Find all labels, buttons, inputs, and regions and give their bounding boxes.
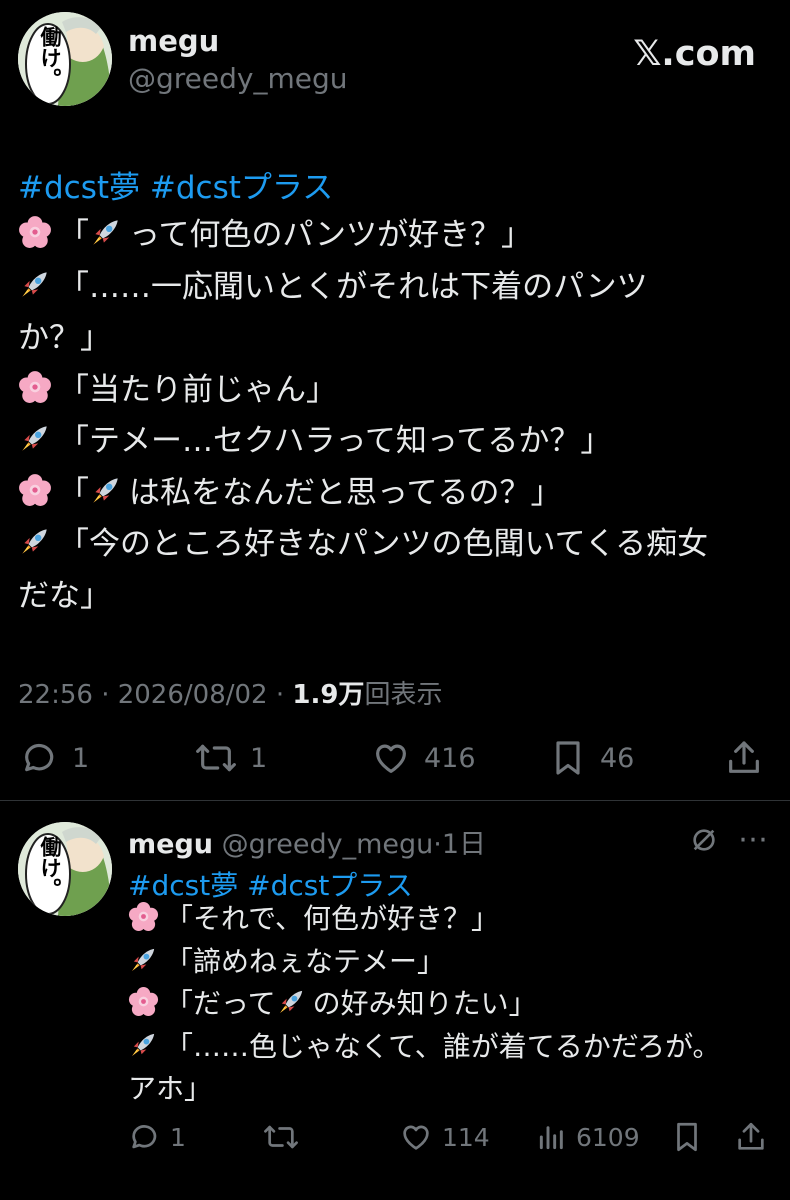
avatar[interactable]: 働け。 [18,12,112,106]
text-segment: 「だって [165,987,276,1020]
rocket-emoji [22,529,47,554]
flower-emoji [128,986,159,1017]
author-name[interactable]: megu [128,24,219,58]
avatar-speech-text: 働け。 [38,26,62,89]
tweet-text: 「 って何色のパンツが好き？」 「……一応聞いとくがそれは下着のパンツ か？」 「… [18,210,708,622]
repost-button[interactable]: 1 [194,738,267,778]
text-segment: は私をなんだと思ってるの？」 [129,474,562,511]
bookmark-icon [548,738,588,778]
flower-emoji [19,370,51,403]
reply-text: 「それで、何色が好き？」 「諦めねぇなテメー」 「だって の好み知りたい」 「……… [128,898,721,1111]
avatar-image [18,822,112,916]
text-segment: 「諦めねぇなテメー」 [165,944,446,978]
share-icon [724,738,764,778]
text-line: 「諦めねぇなテメー」 [128,941,721,984]
avatar-image [18,12,112,106]
avatar-speech-text: 働け。 [38,836,62,899]
text-line: 「当たり前じゃん」 [18,365,708,417]
text-segment: 「当たり前じゃん」 [58,371,337,408]
text-line: 「……色じゃなくて、誰が着てるかだろが。 [128,1026,721,1069]
brand-logo: 𝕏.com [633,34,756,74]
hashtag[interactable]: #dcst夢 [18,170,140,206]
reply-bookmark-button[interactable] [670,1120,704,1154]
reply-icon [20,738,60,778]
reply-reply-button[interactable]: 1 [128,1120,186,1154]
hashtag[interactable]: #dcstプラス [150,170,333,206]
more-options-icon[interactable]: ⋯ [738,822,769,857]
rocket-emoji [22,426,47,451]
text-segment: って何色のパンツが好き？」 [129,217,532,253]
text-segment: か？」 [18,320,111,356]
text-line: 「 は私をなんだと思ってるの？」 [18,468,708,520]
rocket-emoji [93,220,118,245]
reply-age[interactable]: ·1日 [433,829,486,860]
reply-avatar[interactable]: 働け。 [18,822,112,916]
rocket-emoji [22,271,47,297]
rocket-emoji [131,1033,155,1056]
text-segment: の好み知りたい」 [312,987,537,1020]
text-segment: 「それで、何色が好き？」 [165,902,500,935]
like-count: 416 [424,742,476,774]
reply-count: 1 [72,742,90,774]
text-line: 「 って何色のパンツが好き？」 [18,210,708,262]
text-segment: 「テメー…セクハラって知ってるか？」 [58,423,612,459]
reply-button[interactable]: 1 [20,738,89,778]
reply-header: megu @greedy_megu·1日 [128,822,486,861]
text-line: か？」 [18,313,708,365]
flower-emoji [19,473,51,506]
views-count: 6109 [576,1122,640,1152]
bookmark-button[interactable]: 46 [548,738,634,778]
text-segment: 「……色じゃなくて、誰が着てるかだろが。 [165,1029,721,1063]
text-segment: 「 [58,474,89,511]
like-count: 114 [442,1122,490,1152]
text-segment: アホ」 [128,1072,213,1105]
author-handle[interactable]: @greedy_megu [128,62,348,95]
reply-author-name[interactable]: megu [128,829,213,860]
rocket-emoji [93,477,118,503]
like-button[interactable]: 416 [370,738,476,778]
text-segment: だな」 [18,577,111,614]
text-segment: 「今のところ好きなパンツの色聞いてくる痴女 [58,526,709,562]
rocket-emoji [279,990,302,1014]
flower-emoji [128,901,159,932]
text-line: 「テメー…セクハラって知ってるか？」 [18,416,708,468]
flower-emoji [19,216,51,248]
timestamp[interactable]: 22:56 · 2026/08/02 · [18,680,292,710]
text-segment: 「 [58,217,89,253]
hashtag-line: #dcst夢 #dcstプラス [18,162,333,207]
reply-icon [128,1120,162,1154]
views-icon [536,1120,568,1154]
text-line: 「それで、何色が好き？」 [128,898,721,941]
tweet-meta: 22:56 · 2026/08/02 · 1.9万回表示 [18,674,442,711]
reply-share-button[interactable] [734,1120,768,1154]
view-label: 回表示 [364,680,443,710]
like-icon [398,1120,434,1154]
like-icon [370,738,412,778]
rocket-emoji [131,948,155,971]
reply-count: 1 [170,1122,186,1152]
bookmark-icon [670,1120,704,1154]
repost-icon [194,738,238,778]
text-line: 「今のところ好きなパンツの色聞いてくる痴女 [18,519,708,571]
share-button[interactable] [724,738,764,778]
bookmark-count: 46 [600,742,635,774]
text-line: 「……一応聞いとくがそれは下着のパンツ [18,262,708,314]
share-icon [734,1120,768,1154]
reply-views-button[interactable]: 6109 [536,1120,640,1154]
repost-icon [262,1120,300,1154]
reply-repost-button[interactable] [262,1120,300,1154]
text-segment: 「……一応聞いとくがそれは下着のパンツ [58,268,648,305]
text-line: アホ」 [128,1068,721,1111]
text-line: だな」 [18,571,708,623]
text-line: 「だって の好み知りたい」 [128,983,721,1026]
reply-author-handle[interactable]: @greedy_megu [222,829,434,860]
reply-like-button[interactable]: 114 [398,1120,490,1154]
view-count[interactable]: 1.9万 [292,680,364,710]
divider [0,800,790,801]
repost-count: 1 [250,742,268,774]
no-grok-icon[interactable] [688,824,720,856]
